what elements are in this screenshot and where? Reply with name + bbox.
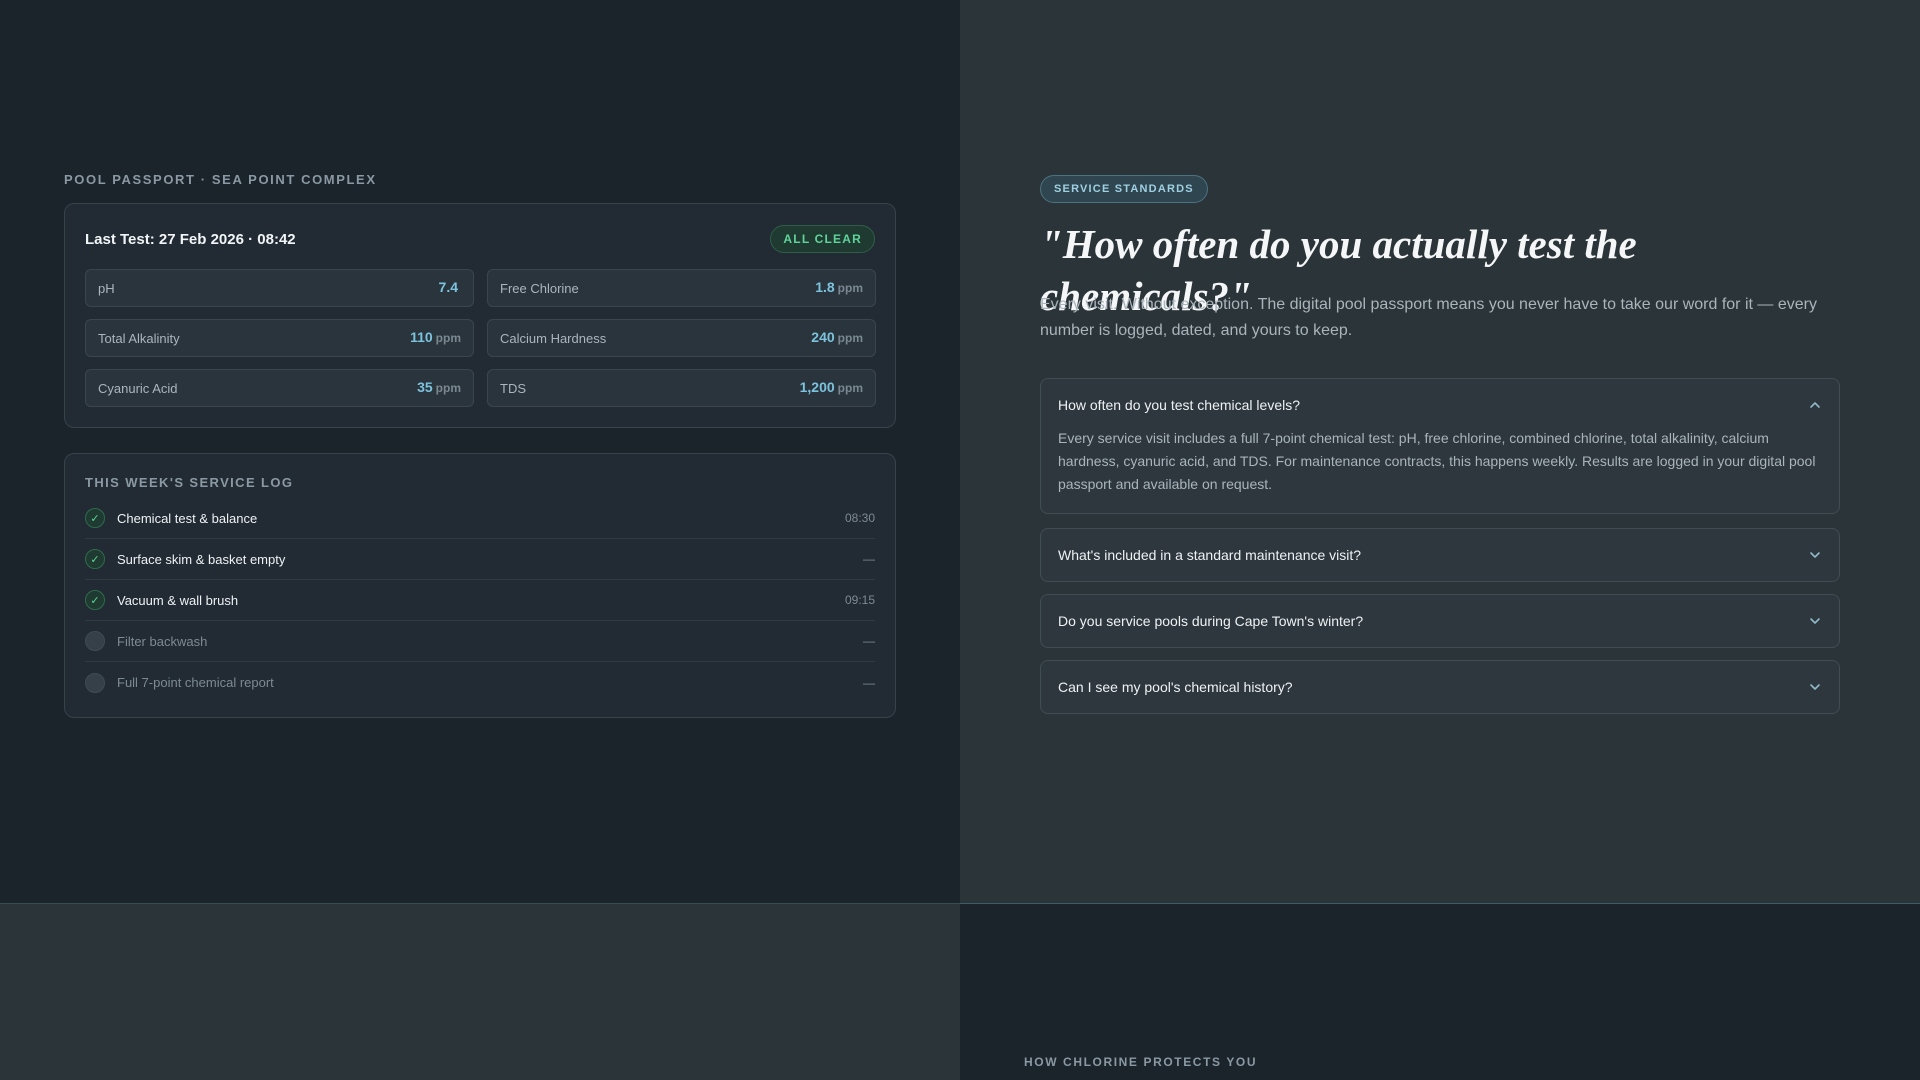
chevron-down-icon	[1810, 684, 1820, 690]
metric-name: pH	[98, 280, 115, 296]
metric-value: 110	[410, 329, 433, 345]
service-log-title: This Week's Service Log	[85, 475, 294, 490]
metric-name: Free Chlorine	[500, 280, 579, 296]
log-item-label: Chemical test & balance	[117, 510, 258, 526]
faq-toggle[interactable]: How often do you test chemical levels?	[1041, 379, 1839, 431]
log-item-time: 08:30	[844, 511, 875, 525]
faq-toggle[interactable]: Do you service pools during Cape Town's …	[1041, 595, 1839, 647]
log-item: Full 7-point chemical report —	[85, 662, 875, 703]
metric-unit: ppm	[435, 331, 461, 345]
log-item: ✓ Surface skim & basket empty —	[85, 539, 875, 580]
chevron-down-icon	[1810, 618, 1820, 624]
log-item-time: —	[863, 675, 875, 690]
metrics-grid: pH 7.4 Free Chlorine 1.8 ppm Total Alkali…	[85, 269, 877, 407]
log-item-time: —	[863, 552, 875, 566]
metric-value: 240	[811, 329, 835, 345]
test-results-card: Last Test: 27 Feb 2026 · 08:42 All Clear…	[64, 203, 896, 428]
faq-question: How often do you test chemical levels?	[1058, 397, 1301, 413]
log-item-label: Surface skim & basket empty	[117, 551, 286, 567]
log-item-label: Filter backwash	[117, 633, 208, 649]
log-item: ✓ Vacuum & wall brush 09:15	[85, 580, 875, 621]
faq-answer: Every service visit includes a full 7-po…	[1058, 430, 1816, 492]
log-item: ✓ Chemical test & balance 08:30	[85, 498, 875, 539]
metric-name: Total Alkalinity	[98, 330, 180, 346]
service-log-card: This Week's Service Log ✓ Chemical test …	[64, 453, 896, 718]
next-section-right	[960, 903, 1920, 1080]
metric-unit: ppm	[837, 281, 863, 295]
metric-value: 1,200	[799, 379, 835, 395]
metric-cyanuric-acid: Cyanuric Acid 35 ppm	[85, 369, 474, 407]
faq-question: Can I see my pool's chemical history?	[1058, 679, 1293, 695]
next-section-left	[0, 903, 960, 1080]
metric-value: 35	[417, 379, 433, 395]
next-section-eyebrow: How Chlorine Protects You	[1024, 1055, 1258, 1069]
log-item-time: —	[863, 634, 875, 648]
metric-free-chlorine: Free Chlorine 1.8 ppm	[487, 269, 876, 307]
faq-question: Do you service pools during Cape Town's …	[1058, 613, 1364, 629]
check-icon: ✓	[85, 508, 105, 528]
faq-item-maintenance: What's included in a standard maintenanc…	[1040, 528, 1840, 582]
pending-circle-icon	[85, 672, 105, 693]
metric-name: Calcium Hardness	[500, 330, 607, 346]
faq-question: What's included in a standard maintenanc…	[1058, 547, 1362, 563]
faq-item-testing: How often do you test chemical levels? E…	[1040, 378, 1840, 514]
metric-unit: ppm	[837, 331, 863, 345]
check-icon: ✓	[85, 549, 105, 569]
metric-name: Cyanuric Acid	[98, 380, 178, 396]
pending-circle-icon	[85, 631, 105, 651]
check-icon: ✓	[85, 590, 105, 610]
metric-unit: ppm	[837, 381, 863, 395]
service-log-list: ✓ Chemical test & balance 08:30 ✓ Surfac…	[85, 498, 875, 703]
metric-total-alkalinity: Total Alkalinity 110 ppm	[85, 319, 474, 357]
metric-value: 7.4	[438, 279, 458, 295]
metric-name: TDS	[500, 380, 526, 396]
log-item-time: 09:15	[844, 593, 875, 607]
metric-unit: ppm	[435, 381, 461, 395]
metric-ph: pH 7.4	[85, 269, 474, 307]
last-test-title: Last Test: 27 Feb 2026 · 08:42	[85, 230, 296, 248]
log-item-label: Vacuum & wall brush	[117, 592, 239, 608]
status-badge: All Clear	[770, 225, 875, 253]
chevron-down-icon	[1810, 552, 1820, 558]
log-item: Filter backwash —	[85, 621, 875, 662]
standards-lede: Every visit. Without exception. The digi…	[1040, 296, 1817, 339]
metric-tds: TDS 1,200 ppm	[487, 369, 876, 407]
passport-panel	[0, 0, 960, 903]
service-standards-tag: Service Standards	[1040, 175, 1208, 203]
faq-item-winter: Do you service pools during Cape Town's …	[1040, 594, 1840, 648]
chevron-up-icon	[1810, 402, 1820, 408]
faq-item-history: Can I see my pool's chemical history?	[1040, 660, 1840, 714]
metric-calcium-hardness: Calcium Hardness 240 ppm	[487, 319, 876, 357]
test-header: Last Test: 27 Feb 2026 · 08:42 All Clear	[85, 225, 875, 253]
metric-value: 1.8	[815, 279, 835, 295]
passport-eyebrow: Pool Passport · Sea Point Complex	[64, 172, 377, 187]
faq-toggle[interactable]: Can I see my pool's chemical history?	[1041, 661, 1839, 713]
faq-toggle[interactable]: What's included in a standard maintenanc…	[1041, 529, 1839, 581]
log-item-label: Full 7-point chemical report	[117, 675, 274, 690]
